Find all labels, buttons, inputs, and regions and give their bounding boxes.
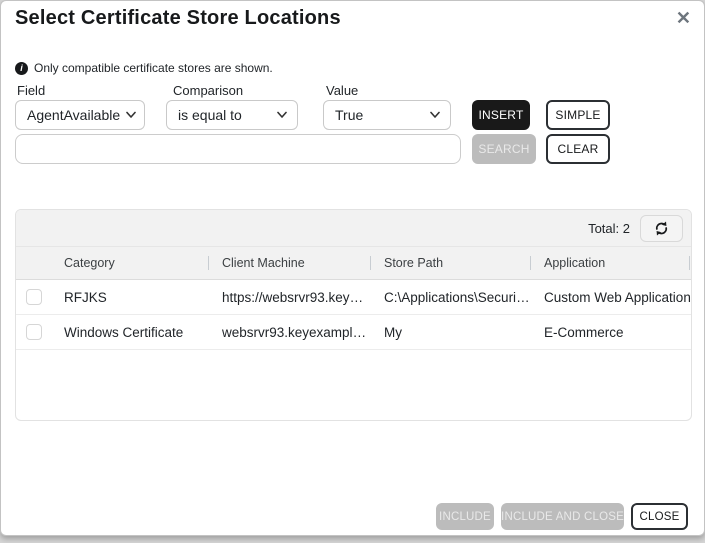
info-text: Only compatible certificate stores are s… (34, 61, 273, 75)
cell-store-path: My (370, 325, 530, 340)
dialog-title: Select Certificate Store Locations (15, 7, 341, 30)
field-select-value: AgentAvailable (27, 107, 120, 123)
include-and-close-button[interactable]: INCLUDE AND CLOSE (501, 503, 624, 530)
column-header-client-machine[interactable]: Client Machine (208, 256, 370, 270)
dialog-footer: INCLUDE INCLUDE AND CLOSE CLOSE (436, 503, 688, 530)
value-select-value: True (335, 107, 363, 123)
total-count: Total: 2 (588, 221, 630, 236)
value-select[interactable]: True (323, 100, 451, 130)
select-certificate-store-locations-dialog: Select Certificate Store Locations ✕ i O… (0, 0, 705, 536)
close-button[interactable]: CLOSE (631, 503, 688, 530)
cell-client-machine: websrvr93.keyexample… (208, 325, 370, 340)
info-icon: i (15, 62, 28, 75)
cell-category: Windows Certificate (50, 325, 208, 340)
chevron-down-icon (277, 111, 287, 119)
column-header-application[interactable]: Application (530, 256, 691, 270)
row-checkbox[interactable] (26, 289, 42, 305)
table-header-row: Category Client Machine Store Path Appli… (16, 247, 691, 280)
refresh-button[interactable] (640, 215, 683, 242)
chevron-down-icon (430, 111, 440, 119)
cell-store-path: C:\Applications\Securit… (370, 290, 530, 305)
cell-application: E-Commerce (530, 325, 691, 340)
comparison-select-value: is equal to (178, 107, 242, 123)
insert-button[interactable]: INSERT (472, 100, 530, 130)
column-header-store-path[interactable]: Store Path (370, 256, 530, 270)
chevron-down-icon (126, 111, 136, 119)
table-row[interactable]: RFJKS https://websrvr93.keye… C:\Applica… (16, 280, 691, 315)
include-button[interactable]: INCLUDE (436, 503, 494, 530)
table-row[interactable]: Windows Certificate websrvr93.keyexample… (16, 315, 691, 350)
simple-button[interactable]: SIMPLE (546, 100, 610, 130)
close-icon[interactable]: ✕ (676, 7, 691, 29)
column-header-category[interactable]: Category (50, 256, 208, 270)
clear-button[interactable]: CLEAR (546, 134, 610, 164)
field-label: Field (17, 83, 45, 98)
cell-application: Custom Web Application (530, 290, 691, 305)
cell-category: RFJKS (50, 290, 208, 305)
comparison-label: Comparison (173, 83, 243, 98)
row-checkbox[interactable] (26, 324, 42, 340)
comparison-select[interactable]: is equal to (166, 100, 298, 130)
refresh-icon (653, 220, 670, 237)
field-select[interactable]: AgentAvailable (15, 100, 145, 130)
cell-client-machine: https://websrvr93.keye… (208, 290, 370, 305)
info-banner: i Only compatible certificate stores are… (15, 61, 273, 75)
table-toolbar: Total: 2 (16, 210, 691, 247)
certificate-stores-table: Total: 2 Category Client Machine Store P… (15, 209, 692, 421)
value-label: Value (326, 83, 358, 98)
query-input[interactable] (15, 134, 461, 164)
search-button[interactable]: SEARCH (472, 134, 536, 164)
